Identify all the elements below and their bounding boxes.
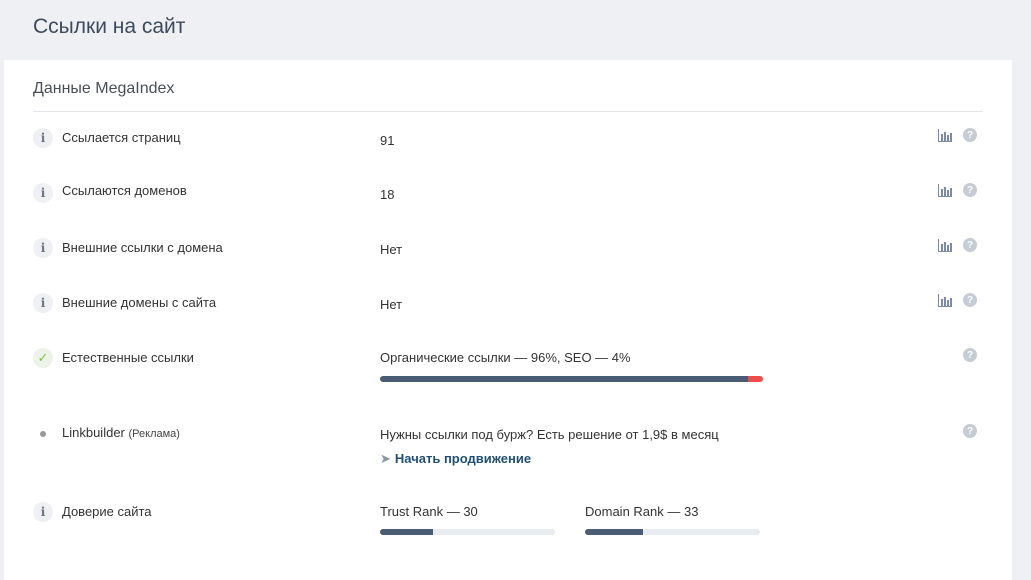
row-linkbuilder: Linkbuilder (Реклама) Нужны ссылки под б…	[4, 424, 1012, 469]
row-external-domains-from-site: i Внешние домены с сайта Нет ?	[4, 293, 1012, 323]
row-label: Ссылается страниц	[62, 130, 181, 145]
row-label: Естественные ссылки	[62, 350, 194, 365]
row-linking-domains: i Ссылаются доменов 18 ?	[4, 183, 1012, 213]
bar-chart-icon[interactable]	[938, 239, 952, 253]
row-linking-pages: i Ссылается страниц 91 ?	[4, 128, 1012, 158]
row-value: 18	[380, 187, 395, 202]
domain-rank-bar	[585, 529, 760, 535]
trust-rank-label: Trust Rank — 30	[380, 504, 478, 519]
info-icon[interactable]: i	[33, 183, 53, 203]
info-icon[interactable]: i	[33, 128, 53, 148]
bar-chart-icon[interactable]	[938, 129, 952, 143]
seo-bar-fill	[747, 376, 763, 382]
natural-links-bar	[380, 376, 763, 382]
help-icon[interactable]: ?	[963, 128, 977, 142]
section-divider	[33, 111, 983, 112]
start-promotion-label: Начать продвижение	[394, 451, 532, 466]
trust-rank-bar	[380, 529, 555, 535]
domain-rank-fill	[585, 529, 643, 535]
row-label: Доверие сайта	[62, 504, 152, 519]
row-value: 91	[380, 133, 395, 148]
organic-bar-fill	[380, 376, 748, 382]
bar-chart-icon[interactable]	[938, 184, 952, 198]
linkbuilder-text: Нужны ссылки под бурж? Есть решение от 1…	[380, 427, 719, 442]
row-label: Ссылаются доменов	[62, 183, 187, 198]
help-icon[interactable]: ?	[963, 424, 977, 438]
section-title: Данные MegaIndex	[33, 80, 175, 97]
row-natural-links: ✓ Естественные ссылки Органические ссылк…	[4, 348, 1012, 388]
row-external-links-from-domain: i Внешние ссылки с домена Нет ?	[4, 238, 1012, 268]
checkmark-icon: ✓	[33, 348, 53, 368]
row-label: Внешние ссылки с домена	[62, 240, 223, 255]
info-icon[interactable]: i	[33, 293, 53, 313]
help-icon[interactable]: ?	[963, 238, 977, 252]
megaindex-panel: Данные MegaIndex i Ссылается страниц 91 …	[4, 60, 1012, 580]
start-promotion-link[interactable]: ➤ Начать продвижение	[380, 451, 531, 467]
info-icon[interactable]: i	[33, 502, 53, 522]
help-icon[interactable]: ?	[963, 293, 977, 307]
row-label: Внешние домены с сайта	[62, 295, 217, 310]
natural-links-text: Органические ссылки — 96%, SEO — 4%	[380, 350, 631, 365]
trust-rank-fill	[380, 529, 433, 535]
help-icon[interactable]: ?	[963, 348, 977, 362]
row-value: Нет	[380, 242, 403, 257]
page-title: Ссылки на сайт	[33, 15, 186, 38]
info-icon[interactable]: i	[33, 238, 53, 258]
domain-rank-label: Domain Rank — 33	[585, 504, 699, 519]
rocket-icon: ➤	[380, 451, 391, 466]
row-site-trust: i Доверие сайта Trust Rank — 30 Domain R…	[4, 502, 1012, 542]
linkbuilder-label: Linkbuilder	[62, 425, 125, 440]
row-value: Нет	[380, 297, 403, 312]
ad-label: (Реклама)	[128, 428, 180, 440]
bullet-icon	[33, 424, 53, 444]
bar-chart-icon[interactable]	[938, 294, 952, 308]
help-icon[interactable]: ?	[963, 183, 977, 197]
row-label: Linkbuilder (Реклама)	[62, 425, 180, 440]
